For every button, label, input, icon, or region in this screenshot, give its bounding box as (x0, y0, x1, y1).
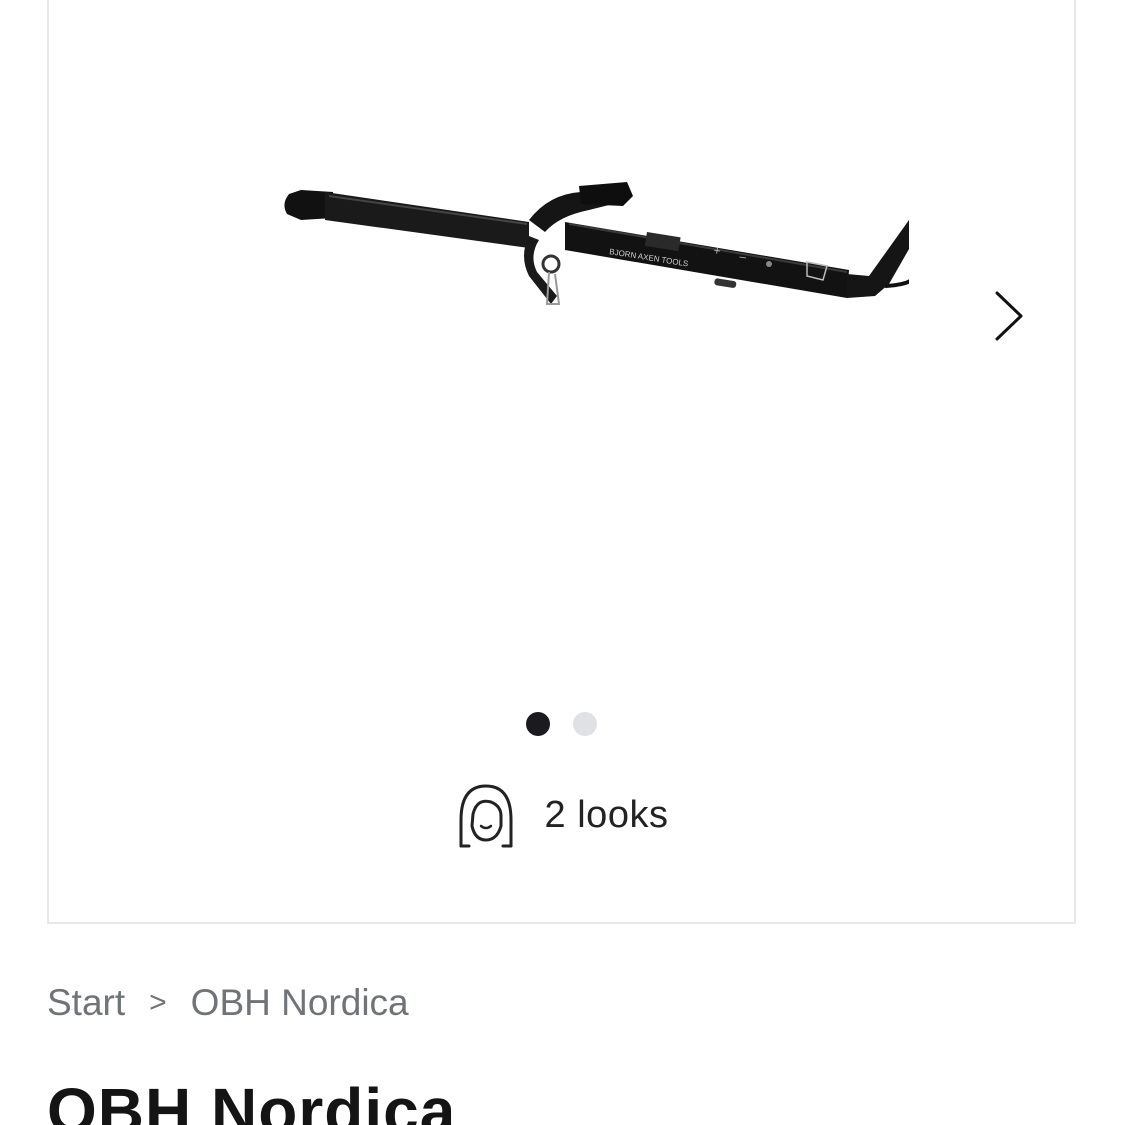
looks-label: 2 looks (544, 793, 669, 836)
product-title: OBH Nordica (47, 1075, 457, 1125)
gallery-pagination (49, 712, 1074, 736)
product-gallery: BJORN AXEN TOOLS + – 2 looks (47, 0, 1076, 924)
next-image-button[interactable] (979, 286, 1039, 346)
looks-link[interactable]: 2 looks (49, 780, 1074, 850)
gallery-dot-2[interactable] (573, 712, 597, 736)
product-page: BJORN AXEN TOOLS + – 2 looks Start > OBH… (0, 0, 1125, 1125)
breadcrumb: Start > OBH Nordica (47, 982, 409, 1024)
chevron-right-icon (995, 291, 1023, 341)
breadcrumb-separator: > (149, 986, 167, 1019)
face-portrait-icon (459, 784, 513, 848)
product-image[interactable]: BJORN AXEN TOOLS + – (229, 176, 909, 316)
breadcrumb-item-start[interactable]: Start (47, 982, 125, 1024)
gallery-dot-1[interactable] (526, 712, 550, 736)
breadcrumb-item-brand[interactable]: OBH Nordica (191, 982, 409, 1024)
